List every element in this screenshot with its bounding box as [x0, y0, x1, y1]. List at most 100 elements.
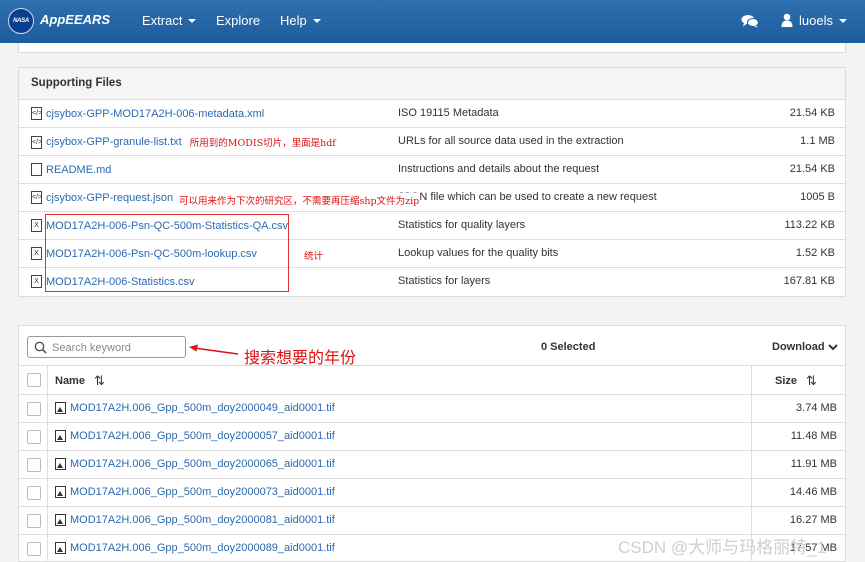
- image-file-icon: [55, 486, 66, 498]
- sort-icon[interactable]: ⇅: [806, 373, 817, 389]
- annotation-note: 统计: [304, 251, 324, 262]
- file-size: 167.81 KB: [783, 275, 835, 287]
- column-divider: [751, 423, 752, 450]
- selected-count: 0 Selected: [541, 341, 596, 353]
- row-checkbox[interactable]: [27, 542, 41, 556]
- files-panel: 0 Selected Download Name ⇅ Size ⇅ MOD17A…: [18, 325, 846, 562]
- file-link[interactable]: MOD17A2H.006_Gpp_500m_doy2000057_aid0001…: [55, 430, 335, 442]
- table-row: MOD17A2H.006_Gpp_500m_doy2000049_aid0001…: [19, 395, 845, 423]
- file-name[interactable]: cjsybox-GPP-granule-list.txt: [46, 136, 182, 148]
- file-size: 1.52 KB: [795, 247, 835, 259]
- user-icon: [781, 13, 793, 27]
- file-name[interactable]: MOD17A2H.006_Gpp_500m_doy2000065_aid0001…: [70, 458, 335, 470]
- column-divider: [751, 366, 752, 394]
- search-box[interactable]: [27, 336, 186, 358]
- chevron-down-icon: [188, 18, 197, 23]
- column-divider: [47, 479, 48, 506]
- nav-explore-label: Explore: [216, 13, 261, 28]
- file-size: 21.54 KB: [789, 107, 835, 119]
- chevron-down-icon: [312, 18, 321, 23]
- file-name[interactable]: README.md: [46, 164, 111, 176]
- annotation-arrow-icon: [189, 344, 239, 355]
- user-menu[interactable]: luoels: [799, 13, 847, 28]
- file-size: 16.27 MB: [789, 514, 837, 526]
- row-checkbox[interactable]: [27, 430, 41, 444]
- row-checkbox[interactable]: [27, 458, 41, 472]
- download-button[interactable]: Download: [772, 341, 838, 353]
- file-link[interactable]: MOD17A2H.006_Gpp_500m_doy2000089_aid0001…: [55, 542, 335, 554]
- file-name[interactable]: MOD17A2H.006_Gpp_500m_doy2000081_aid0001…: [70, 514, 335, 526]
- nav-explore[interactable]: Explore: [216, 13, 260, 28]
- file-description: Lookup values for the quality bits: [398, 247, 559, 259]
- column-divider: [47, 366, 48, 394]
- nasa-logo-icon[interactable]: NASA: [8, 8, 34, 34]
- file-size: 113.22 KB: [784, 219, 835, 231]
- file-size: 21.54 KB: [789, 163, 835, 175]
- chevron-down-icon: [827, 344, 838, 351]
- nav-help-label: Help: [280, 13, 307, 28]
- file-link[interactable]: MOD17A2H.006_Gpp_500m_doy2000081_aid0001…: [55, 514, 335, 526]
- column-divider: [47, 395, 48, 422]
- files-table-header: Name ⇅ Size ⇅: [19, 365, 845, 395]
- supporting-file-row: </> cjsybox-GPP-MOD17A2H-006-metadata.xml…: [19, 99, 845, 127]
- file-size: 14.46 MB: [789, 486, 837, 498]
- annotation-note: 所用到的MODIS切片，里面是hdf: [189, 138, 336, 149]
- file-link[interactable]: MOD17A2H.006_Gpp_500m_doy2000073_aid0001…: [55, 486, 335, 498]
- row-checkbox[interactable]: [27, 486, 41, 500]
- supporting-files-title: Supporting Files: [19, 68, 845, 100]
- row-checkbox[interactable]: [27, 402, 41, 416]
- image-file-icon: [55, 430, 66, 442]
- excel-file-icon: X: [31, 275, 42, 288]
- image-file-icon: [55, 542, 66, 554]
- file-size: 3.74 MB: [796, 402, 837, 414]
- code-file-icon: </>: [31, 135, 42, 149]
- select-all-checkbox[interactable]: [27, 373, 41, 387]
- logo-text: NASA: [13, 18, 29, 24]
- column-divider: [47, 423, 48, 450]
- file-link[interactable]: </> cjsybox-GPP-MOD17A2H-006-metadata.xml: [31, 107, 264, 120]
- column-divider: [751, 395, 752, 422]
- excel-file-icon: X: [31, 247, 42, 260]
- file-description: ISO 19115 Metadata: [398, 107, 499, 119]
- file-name[interactable]: cjsybox-GPP-MOD17A2H-006-metadata.xml: [46, 108, 264, 120]
- file-name[interactable]: MOD17A2H.006_Gpp_500m_doy2000089_aid0001…: [70, 542, 335, 554]
- nav-extract-label: Extract: [142, 13, 183, 28]
- watermark: CSDN @大师与玛格丽特_1: [618, 538, 827, 557]
- table-row: MOD17A2H.006_Gpp_500m_doy2000081_aid0001…: [19, 507, 845, 535]
- nav-extract[interactable]: Extract: [142, 13, 197, 28]
- top-navbar: NASA AppEEARS Extract Explore Help luoel…: [0, 0, 865, 43]
- annotation-text: 搜索想要的年份: [244, 348, 357, 367]
- brand-name[interactable]: AppEEARS: [40, 12, 110, 27]
- column-divider: [751, 507, 752, 534]
- search-input[interactable]: [52, 340, 180, 355]
- column-header-name[interactable]: Name: [55, 375, 85, 387]
- sort-icon[interactable]: ⇅: [94, 373, 105, 389]
- column-divider: [751, 479, 752, 506]
- file-link[interactable]: README.md: [31, 163, 111, 176]
- file-link[interactable]: MOD17A2H.006_Gpp_500m_doy2000049_aid0001…: [55, 402, 335, 414]
- file-description: Statistics for quality layers: [398, 219, 526, 231]
- row-checkbox[interactable]: [27, 514, 41, 528]
- file-size: 1005 B: [800, 191, 835, 203]
- file-name[interactable]: cjsybox-GPP-request.json: [46, 192, 173, 204]
- file-icon: [31, 163, 42, 176]
- file-name[interactable]: MOD17A2H.006_Gpp_500m_doy2000049_aid0001…: [70, 402, 335, 414]
- previous-panel-bottom: [18, 43, 846, 53]
- file-description: Instructions and details about the reque…: [398, 163, 600, 175]
- column-header-size[interactable]: Size: [775, 375, 797, 387]
- excel-file-icon: X: [31, 219, 42, 232]
- table-row: MOD17A2H.006_Gpp_500m_doy2000065_aid0001…: [19, 451, 845, 479]
- nav-help[interactable]: Help: [280, 13, 321, 28]
- file-link[interactable]: </> cjsybox-GPP-granule-list.txt 所用到的MODIS…: [31, 135, 336, 149]
- supporting-file-row: </> cjsybox-GPP-request.json JSON file wh…: [19, 183, 845, 211]
- search-icon: [34, 341, 47, 354]
- table-row: MOD17A2H.006_Gpp_500m_doy2000057_aid0001…: [19, 423, 845, 451]
- chat-icon[interactable]: [741, 14, 759, 28]
- file-link[interactable]: </> cjsybox-GPP-request.json: [31, 191, 173, 204]
- image-file-icon: [55, 514, 66, 526]
- chevron-down-icon: [838, 18, 847, 23]
- file-link[interactable]: MOD17A2H.006_Gpp_500m_doy2000065_aid0001…: [55, 458, 335, 470]
- table-row: MOD17A2H.006_Gpp_500m_doy2000073_aid0001…: [19, 479, 845, 507]
- file-name[interactable]: MOD17A2H.006_Gpp_500m_doy2000057_aid0001…: [70, 430, 335, 442]
- file-name[interactable]: MOD17A2H.006_Gpp_500m_doy2000073_aid0001…: [70, 486, 335, 498]
